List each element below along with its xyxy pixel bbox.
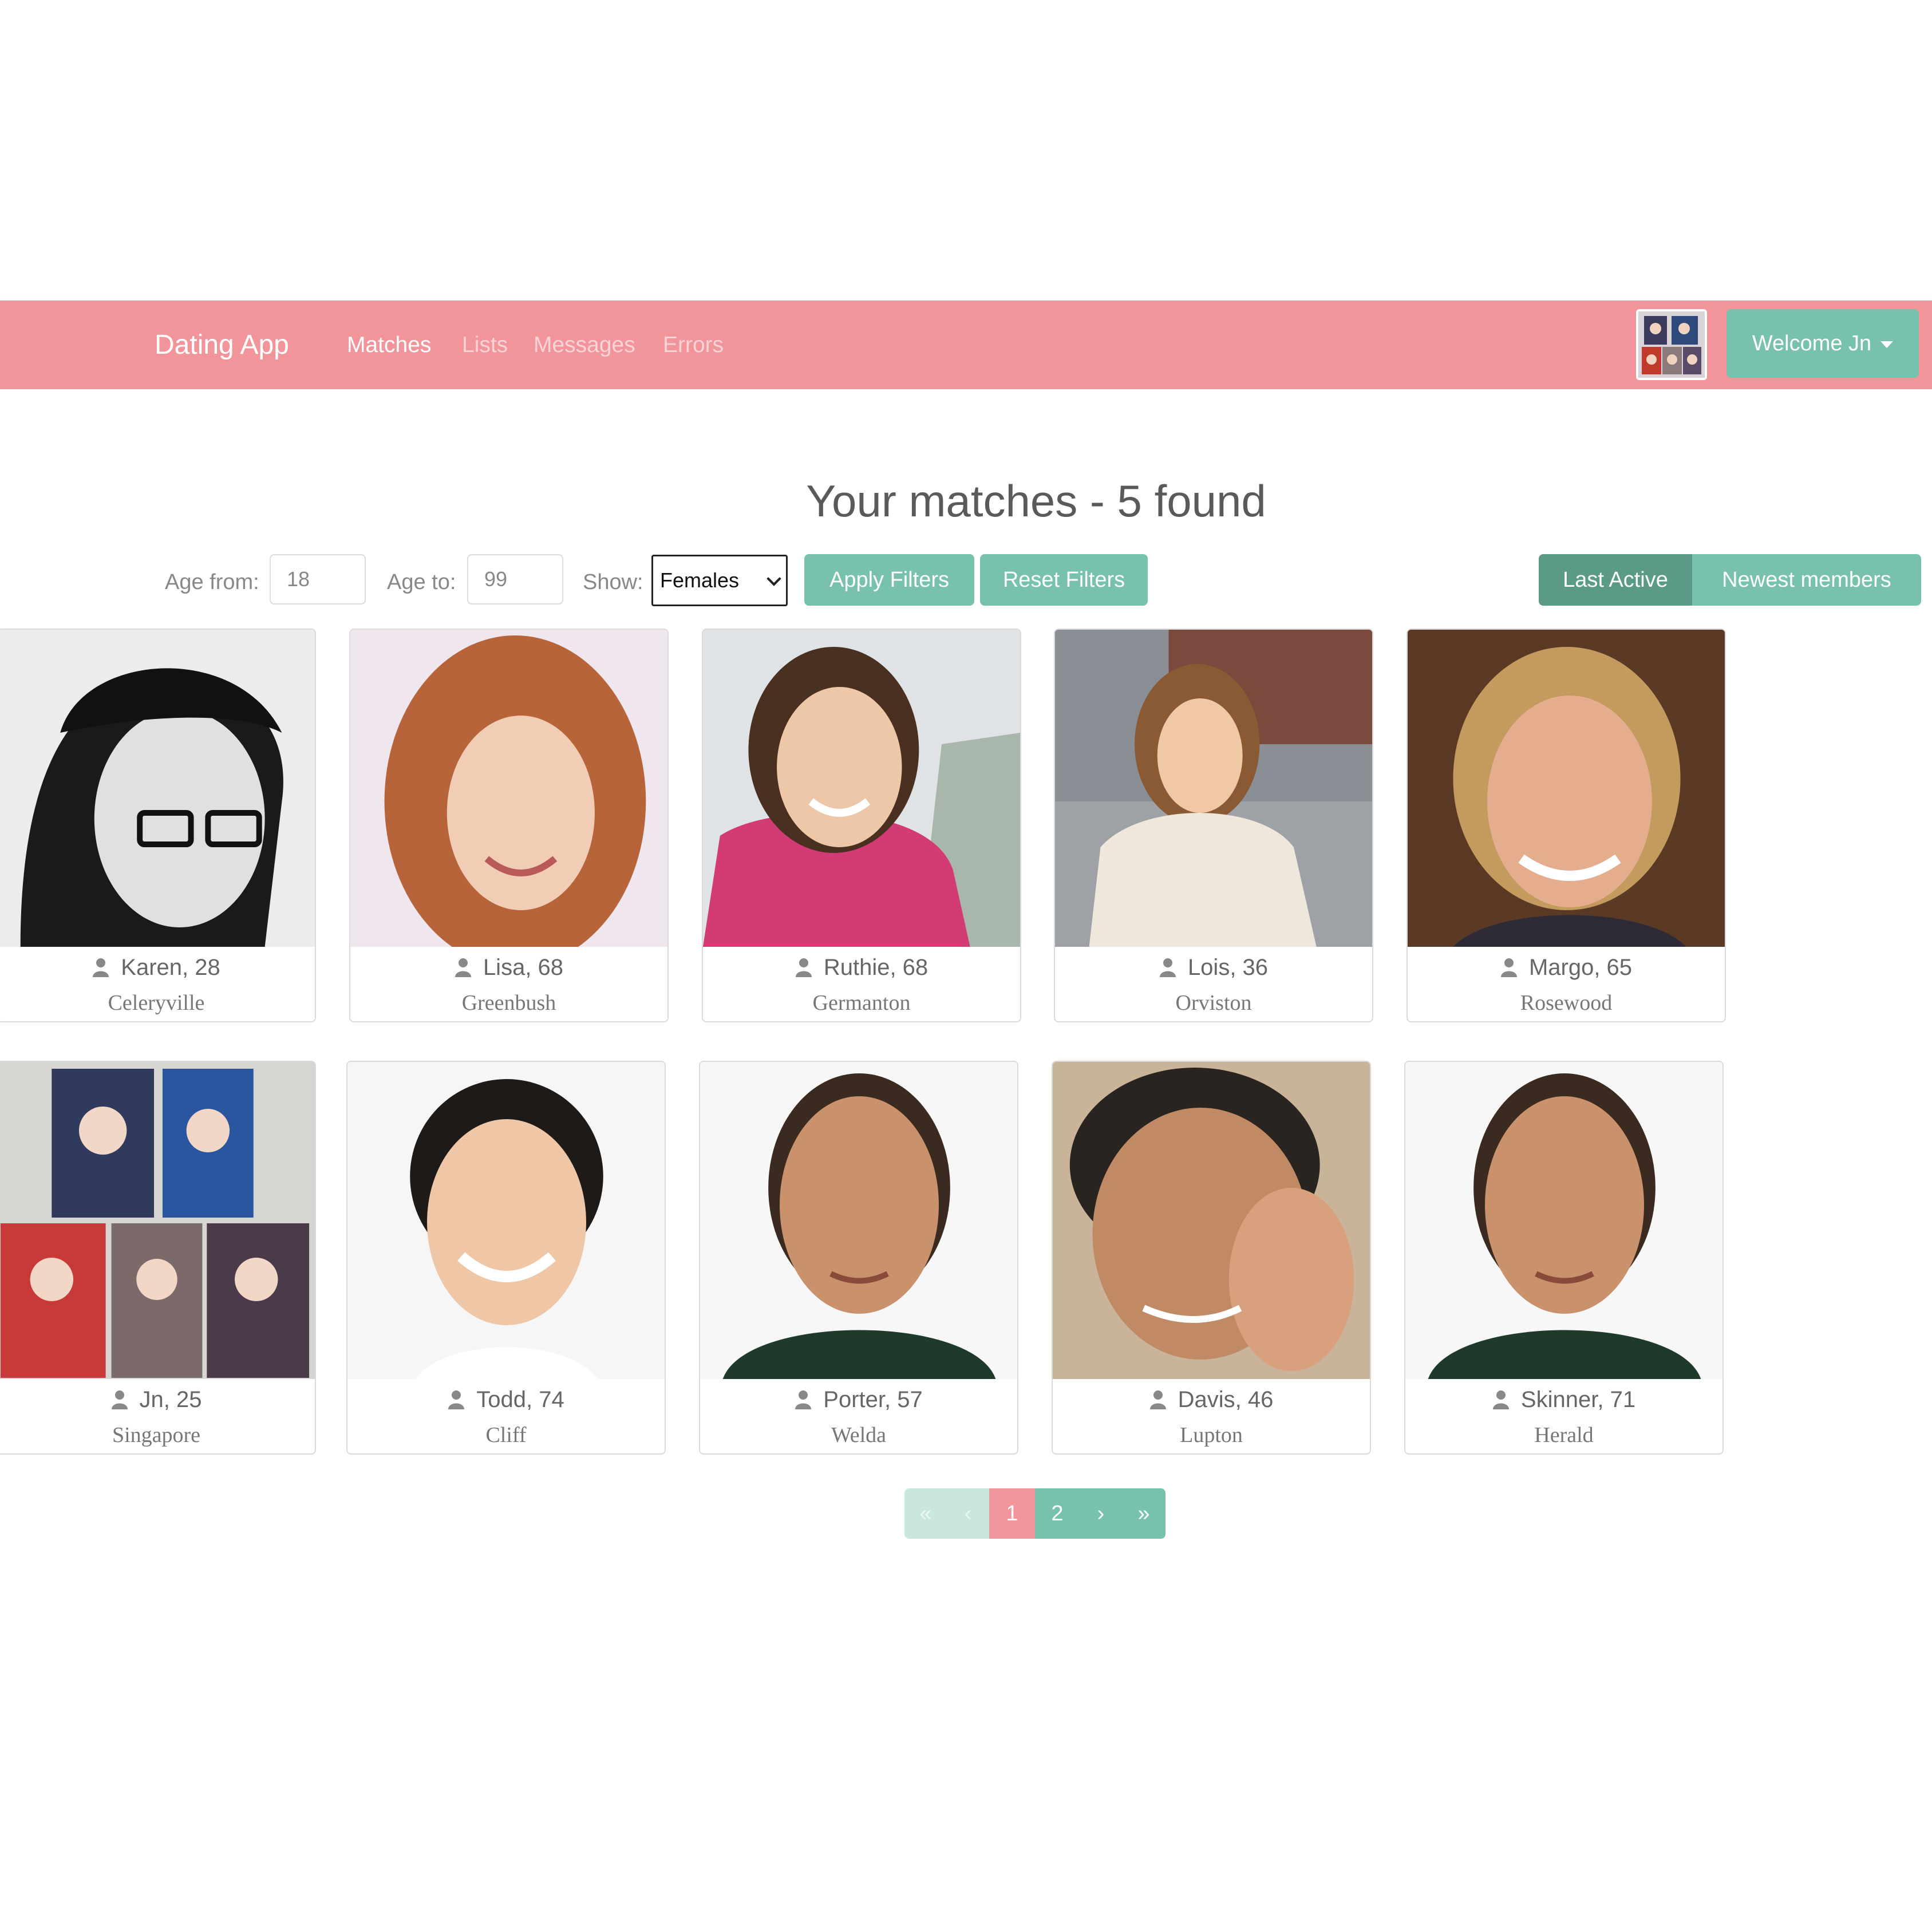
nav-lists[interactable]: Lists [462, 301, 508, 389]
user-icon [455, 958, 471, 977]
age-from-input[interactable]: 18 [270, 554, 366, 605]
show-label: Show: [583, 570, 643, 594]
member-card[interactable]: Karen, 28 Celeryville [0, 629, 316, 1022]
age-from-label: Age from: [165, 570, 259, 594]
brand-link[interactable]: Dating App [155, 301, 289, 389]
member-name-text: Skinner, 71 [1520, 1387, 1636, 1412]
member-city: Celeryville [108, 991, 205, 1015]
apply-filters-button[interactable]: Apply Filters [804, 554, 974, 606]
member-photo[interactable] [700, 1062, 1017, 1379]
gender-select-value: Females [660, 568, 740, 592]
pagination: « ‹ 1 2 › » [904, 1488, 1165, 1539]
member-name: Ruthie, 68 [703, 950, 1020, 985]
member-name-text: Margo, 65 [1528, 955, 1633, 980]
age-to-input[interactable]: 99 [467, 554, 563, 605]
member-name: Karen, 28 [0, 950, 315, 985]
member-city: Rosewood [1520, 991, 1613, 1015]
member-card[interactable]: Porter, 57 Welda [699, 1061, 1018, 1455]
member-city: Orviston [1175, 991, 1252, 1015]
member-city: Germanton [812, 991, 911, 1015]
reset-filters-button[interactable]: Reset Filters [980, 554, 1148, 606]
user-icon [448, 1390, 465, 1409]
sort-button-group: Last Active Newest members [1539, 554, 1921, 606]
member-photo[interactable] [347, 1062, 665, 1379]
member-city: Lupton [1180, 1423, 1243, 1447]
member-photo[interactable] [350, 630, 667, 947]
user-avatar[interactable] [1636, 309, 1707, 380]
gender-select[interactable]: Females [651, 555, 788, 606]
member-city: Welda [831, 1423, 887, 1447]
page-next-button[interactable]: › [1080, 1488, 1122, 1539]
member-photo[interactable] [0, 1062, 315, 1379]
chevron-down-icon [767, 571, 781, 586]
page-2-button[interactable]: 2 [1035, 1488, 1080, 1539]
member-card[interactable]: Ruthie, 68 Germanton [702, 629, 1021, 1022]
nav-messages[interactable]: Messages [534, 301, 635, 389]
member-name: Porter, 57 [700, 1382, 1017, 1417]
caret-down-icon [1880, 341, 1894, 348]
member-name: Davis, 46 [1053, 1382, 1370, 1417]
member-name-text: Lois, 36 [1187, 955, 1269, 980]
member-photo[interactable] [1055, 630, 1372, 947]
member-name-text: Todd, 74 [476, 1387, 564, 1412]
member-name-text: Jn, 25 [139, 1387, 202, 1412]
page-first-button[interactable]: « [904, 1488, 947, 1539]
member-name-text: Ruthie, 68 [823, 955, 929, 980]
user-icon [1492, 1390, 1509, 1409]
sort-last-active-button[interactable]: Last Active [1539, 554, 1692, 606]
member-name: Skinner, 71 [1405, 1382, 1722, 1417]
user-icon [795, 1390, 812, 1409]
page-1-button[interactable]: 1 [989, 1488, 1035, 1539]
page-prev-button[interactable]: ‹ [947, 1488, 989, 1539]
member-city: Cliff [485, 1423, 527, 1447]
member-name-text: Davis, 46 [1178, 1387, 1274, 1412]
user-icon [1500, 958, 1517, 977]
welcome-dropdown[interactable]: Welcome Jn [1726, 309, 1919, 378]
user-icon [111, 1390, 128, 1409]
user-icon [795, 958, 812, 977]
member-city: Singapore [112, 1423, 201, 1447]
sort-newest-button[interactable]: Newest members [1692, 554, 1921, 606]
user-icon [1159, 958, 1176, 977]
user-icon [1149, 1390, 1166, 1409]
member-card[interactable]: Lois, 36 Orviston [1054, 629, 1373, 1022]
user-icon [93, 958, 109, 977]
welcome-label: Welcome Jn [1752, 331, 1872, 355]
member-city: Herald [1534, 1423, 1594, 1447]
member-name: Margo, 65 [1408, 950, 1725, 985]
member-photo[interactable] [703, 630, 1020, 947]
member-name-text: Porter, 57 [823, 1387, 923, 1412]
member-name: Jn, 25 [0, 1382, 315, 1417]
member-card[interactable]: Lisa, 68 Greenbush [349, 629, 669, 1022]
member-name: Lois, 36 [1055, 950, 1372, 985]
member-photo[interactable] [1405, 1062, 1722, 1379]
member-card[interactable]: Davis, 46 Lupton [1052, 1061, 1371, 1455]
member-card[interactable]: Todd, 74 Cliff [346, 1061, 666, 1455]
page-title: Your matches - 5 found [806, 476, 1266, 526]
member-name-text: Karen, 28 [121, 955, 220, 980]
member-name-text: Lisa, 68 [483, 955, 564, 980]
age-to-label: Age to: [387, 570, 456, 594]
member-photo[interactable] [1053, 1062, 1370, 1379]
member-card[interactable]: Skinner, 71 Herald [1404, 1061, 1724, 1455]
member-card[interactable]: Margo, 65 Rosewood [1406, 629, 1726, 1022]
member-name: Lisa, 68 [350, 950, 667, 985]
member-photo[interactable] [1408, 630, 1725, 947]
nav-matches[interactable]: Matches [347, 301, 431, 389]
member-name: Todd, 74 [347, 1382, 665, 1417]
page-last-button[interactable]: » [1122, 1488, 1165, 1539]
member-photo[interactable] [0, 630, 315, 947]
member-city: Greenbush [461, 991, 556, 1015]
nav-errors[interactable]: Errors [663, 301, 724, 389]
member-card[interactable]: Jn, 25 Singapore [0, 1061, 316, 1455]
